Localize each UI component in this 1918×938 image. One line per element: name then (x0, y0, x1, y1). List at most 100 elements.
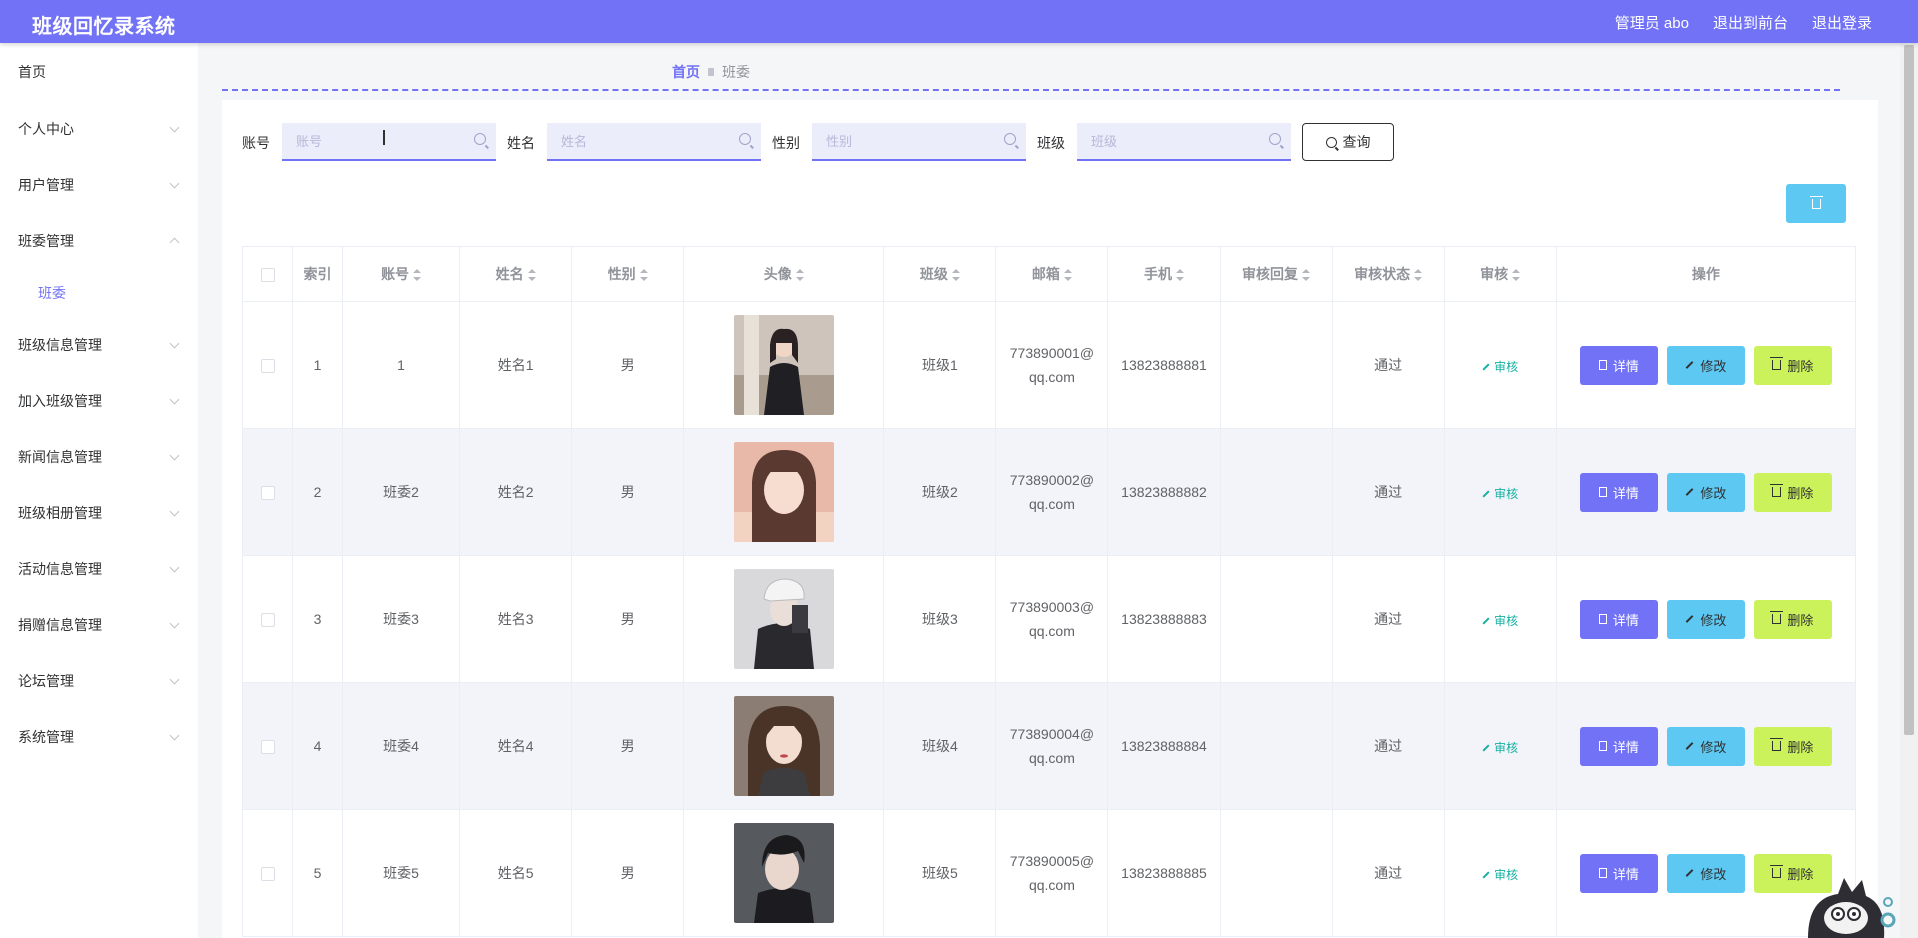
sidebar-item-forum[interactable]: 论坛管理 (18, 671, 180, 691)
avatar (733, 569, 834, 669)
sidebar-item-label: 班级信息管理 (18, 337, 102, 353)
select-all-checkbox[interactable] (260, 268, 275, 283)
table-body: 1 1 姓名1 男 班级1 773890001@ qq.com 138238888… (241, 301, 1857, 937)
review-link[interactable]: 审核 (1482, 358, 1518, 375)
cell-actions: 详情 修改 删除 (1555, 428, 1857, 556)
sort-icon[interactable] (413, 269, 422, 282)
go-front-link[interactable]: 退出到前台 (1713, 12, 1788, 33)
column-header[interactable]: 邮箱 (995, 246, 1109, 302)
name-input[interactable] (547, 123, 733, 159)
edit-button[interactable]: 修改 (1666, 853, 1745, 893)
sidebar-item-user-management[interactable]: 用户管理 (18, 175, 180, 195)
sidebar-item-home[interactable]: 首页 (18, 62, 178, 82)
cell-review-status: 通过 (1331, 682, 1445, 810)
delete-button[interactable]: 删除 (1753, 345, 1832, 385)
avatar (733, 696, 834, 796)
cell-email: 773890002@ qq.com (995, 428, 1109, 556)
account-input[interactable] (282, 123, 468, 159)
cell-email: 773890004@ qq.com (995, 682, 1109, 810)
class-input[interactable] (1077, 123, 1263, 159)
column-header[interactable]: 头像 (683, 246, 885, 302)
cell-avatar (683, 301, 885, 429)
review-link[interactable]: 审核 (1482, 612, 1518, 629)
column-header[interactable]: 审核回复 (1219, 246, 1333, 302)
sort-icon[interactable] (1175, 269, 1184, 282)
chevron-down-icon (169, 562, 180, 573)
review-link[interactable]: 审核 (1482, 866, 1518, 883)
column-header[interactable]: 审核 (1443, 246, 1557, 302)
document-icon (1598, 741, 1607, 751)
row-checkbox[interactable] (260, 867, 275, 882)
sidebar-item-donation[interactable]: 捐赠信息管理 (18, 615, 180, 635)
delete-button[interactable]: 删除 (1753, 472, 1832, 512)
sidebar-item-album[interactable]: 班级相册管理 (18, 503, 180, 523)
edit-button[interactable]: 修改 (1666, 726, 1745, 766)
sidebar-item-system[interactable]: 系统管理 (18, 727, 180, 747)
gender-input[interactable] (812, 123, 998, 159)
batch-delete-button[interactable] (1786, 184, 1846, 223)
row-checkbox[interactable] (260, 486, 275, 501)
row-checkbox[interactable] (260, 359, 275, 374)
edit-icon (1685, 869, 1694, 877)
sidebar-item-label: 班委管理 (18, 233, 74, 249)
detail-button[interactable]: 详情 (1579, 599, 1658, 639)
vertical-scrollbar[interactable] (1900, 43, 1918, 938)
column-header[interactable]: 姓名 (459, 246, 573, 302)
search-icon (739, 133, 751, 145)
sidebar-subitem-committee[interactable]: 班委 (38, 283, 66, 303)
sort-icon[interactable] (1414, 269, 1423, 282)
sidebar-item-news[interactable]: 新闻信息管理 (18, 447, 180, 467)
sort-icon[interactable] (1512, 269, 1521, 282)
chevron-down-icon (169, 450, 180, 461)
trash-icon (1770, 357, 1784, 370)
logout-link[interactable]: 退出登录 (1812, 12, 1872, 33)
scrollbar-thumb[interactable] (1904, 45, 1914, 735)
sort-icon[interactable] (951, 269, 960, 282)
review-link[interactable]: 审核 (1482, 739, 1518, 756)
review-link[interactable]: 审核 (1482, 485, 1518, 502)
detail-button[interactable]: 详情 (1579, 853, 1658, 893)
cat-mascot-icon (1808, 878, 1896, 938)
column-header[interactable]: 账号 (342, 246, 461, 302)
column-header[interactable]: 性别 (571, 246, 685, 302)
detail-button[interactable]: 详情 (1579, 345, 1658, 385)
detail-button[interactable]: 详情 (1579, 472, 1658, 512)
row-select-cell (241, 809, 294, 937)
query-button[interactable]: 查询 (1302, 123, 1394, 161)
edit-button[interactable]: 修改 (1666, 345, 1745, 385)
sidebar-item-join-class[interactable]: 加入班级管理 (18, 391, 180, 411)
edit-button[interactable]: 修改 (1666, 472, 1745, 512)
cell-name: 姓名3 (459, 555, 573, 683)
column-header[interactable]: 班级 (883, 246, 997, 302)
sidebar-item-activity[interactable]: 活动信息管理 (18, 559, 180, 579)
edit-button[interactable]: 修改 (1666, 599, 1745, 639)
search-icon (1325, 136, 1337, 148)
sort-icon[interactable] (1063, 269, 1072, 282)
detail-button[interactable]: 详情 (1579, 726, 1658, 766)
avatar (733, 315, 834, 415)
chevron-down-icon (169, 730, 180, 741)
sort-icon[interactable] (639, 269, 648, 282)
sort-icon[interactable] (1302, 269, 1311, 282)
column-header[interactable]: 手机 (1107, 246, 1221, 302)
chevron-down-icon (169, 338, 180, 349)
sidebar-item-committee-management[interactable]: 班委管理 (18, 231, 180, 251)
cell-review-reply (1219, 682, 1333, 810)
sidebar-item-class-info[interactable]: 班级信息管理 (18, 335, 180, 355)
sidebar: 首页 个人中心 用户管理 班委管理 班委 班级信息管理 加入班级管理 新闻信息管… (0, 43, 198, 938)
sidebar-item-personal-center[interactable]: 个人中心 (18, 119, 180, 139)
sort-icon[interactable] (795, 269, 804, 282)
breadcrumb-separator-icon (708, 68, 714, 76)
table-row: 4 班委4 姓名4 男 班级4 773890004@ qq.com 1382388… (241, 682, 1857, 810)
delete-button[interactable]: 删除 (1753, 726, 1832, 766)
cell-avatar (683, 809, 885, 937)
gender-search-box (812, 123, 1026, 161)
sort-icon[interactable] (527, 269, 536, 282)
sidebar-item-label: 加入班级管理 (18, 393, 102, 409)
cell-index: 2 (292, 428, 344, 556)
row-checkbox[interactable] (260, 740, 275, 755)
breadcrumb-home[interactable]: 首页 (672, 62, 700, 82)
row-checkbox[interactable] (260, 613, 275, 628)
delete-button[interactable]: 删除 (1753, 599, 1832, 639)
column-header[interactable]: 审核状态 (1331, 246, 1445, 302)
